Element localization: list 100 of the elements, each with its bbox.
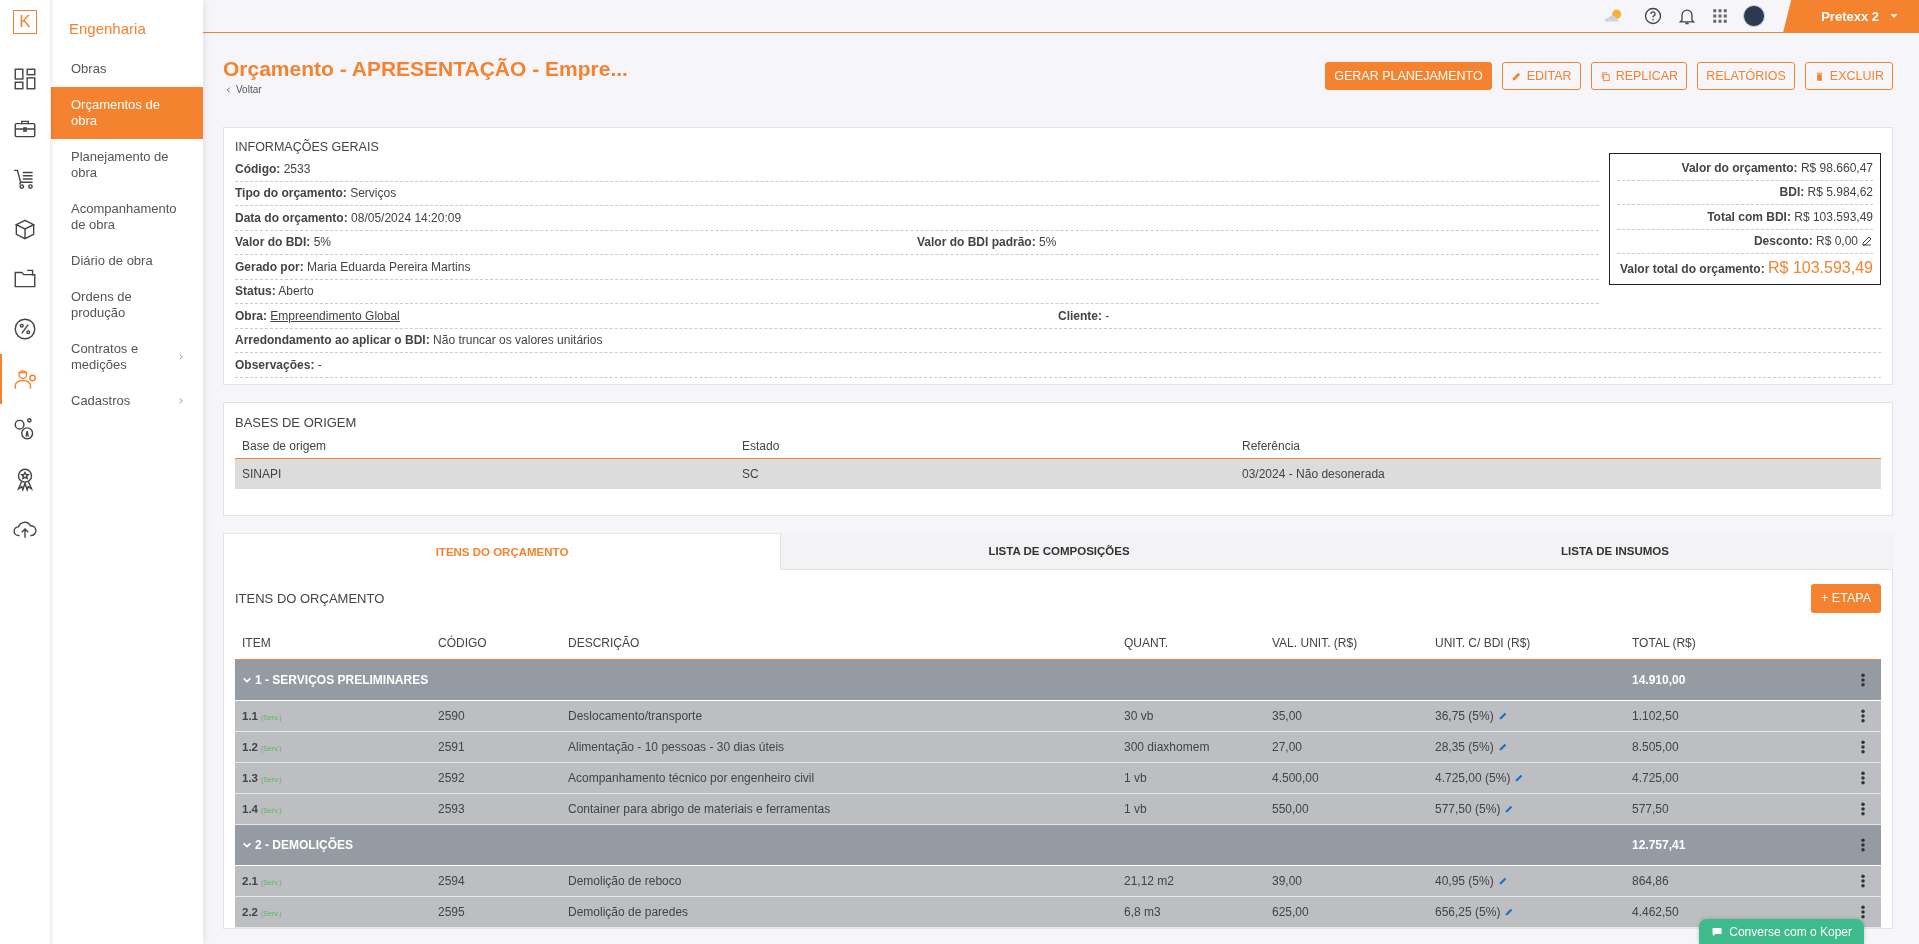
sidebar-item[interactable]: Ordens de produção xyxy=(51,279,203,331)
table-cell-text: 2591 xyxy=(437,739,465,754)
info-field: Valor do BDI padrão: 5% xyxy=(917,235,1057,250)
summary-line: Valor total do orçamento: R$ 103.593,49 xyxy=(1620,259,1873,277)
pencil-icon xyxy=(1510,70,1522,82)
sidebar-item[interactable]: Cadastros xyxy=(51,383,203,419)
chat-button[interactable]: Converse com o Koper xyxy=(1699,919,1864,944)
table-cell-text: 21,12 m2 xyxy=(1123,873,1175,888)
table-cell-text: 30 vb xyxy=(1123,708,1154,723)
table-cell-text: 4.500,00 xyxy=(1271,770,1319,785)
info-field: Gerado por: Maria Eduarda Pereira Martins xyxy=(235,259,471,274)
table-cell-text: 12.757,41 xyxy=(1631,837,1686,852)
column-header: TOTAL (R$) xyxy=(1631,635,1696,650)
table-cell-text: Demolição de paredes xyxy=(567,904,689,919)
table-cell: 28,35 (5%) xyxy=(1435,739,1494,754)
sidebar-item[interactable]: Acompanhamento de obra xyxy=(51,191,203,243)
table-cell: 577,50 (5%) xyxy=(1435,801,1501,816)
table-cell-text: 1.102,50 xyxy=(1631,708,1679,723)
info-field: Obra: Empreendimento Global xyxy=(235,308,400,323)
table-cell-text: Alimentação - 10 pessoas - 30 dias úteis xyxy=(567,739,785,754)
column-header: Referência xyxy=(1241,439,1301,453)
caret-down-icon xyxy=(1889,11,1899,21)
table-cell-text: 1 vb xyxy=(1123,770,1147,785)
section-title: INFORMAÇÕES GERAIS xyxy=(235,140,379,154)
table-cell-text: 577,50 xyxy=(1631,801,1669,816)
help-icon[interactable] xyxy=(1643,6,1664,26)
table-cell-text: 2593 xyxy=(437,801,465,816)
apps-icon[interactable] xyxy=(1711,7,1730,25)
table-cell: 36,75 (5%) xyxy=(1435,708,1494,723)
column-header: DESCRIÇÃO xyxy=(567,635,640,650)
page-title: Orçamento - APRESENTAÇÃO - Empre... xyxy=(223,57,628,81)
summary-line: Total com BDI: R$ 103.593,49 xyxy=(1707,209,1873,224)
summary-line: Desconto: R$ 0,00 xyxy=(1753,234,1858,249)
obra-link[interactable]: Empreendimento Global xyxy=(270,308,400,323)
edit-button[interactable]: EDITAR xyxy=(1501,62,1581,90)
table-cell-text: 4.725,00 xyxy=(1631,770,1679,785)
account-menu[interactable]: Pretexx 2 xyxy=(1783,0,1919,32)
section-title: ITENS DO ORÇAMENTO xyxy=(235,590,385,606)
dashboard-icon[interactable] xyxy=(12,66,38,92)
table-cell: 40,95 (5%) xyxy=(1435,873,1494,888)
table-cell-text: Deslocamento/transporte xyxy=(567,708,703,723)
back-link[interactable]: Voltar xyxy=(225,84,262,95)
chat-icon xyxy=(1711,925,1724,938)
column-header: VAL. UNIT. (R$) xyxy=(1271,635,1358,650)
table-cell-text: 864,86 xyxy=(1631,873,1669,888)
table-cell-text: 550,00 xyxy=(1271,801,1309,816)
info-field: Valor do BDI: 5% xyxy=(235,235,332,250)
sidebar-item[interactable]: Diário de obra xyxy=(51,243,203,279)
table-cell-text: 2590 xyxy=(437,708,465,723)
info-field: Tipo do orçamento: Serviços xyxy=(235,186,397,201)
replicate-button[interactable]: REPLICAR xyxy=(1590,62,1688,90)
table-cell: 656,25 (5%) xyxy=(1435,904,1501,919)
summary-line: Valor do orçamento: R$ 98.660,47 xyxy=(1681,160,1873,175)
table-cell-text: 625,00 xyxy=(1271,904,1309,919)
table-cell-text: SC xyxy=(741,466,759,481)
percent-icon[interactable] xyxy=(12,316,38,342)
pencil-icon[interactable] xyxy=(1861,235,1873,248)
copy-icon xyxy=(1599,70,1611,82)
info-field: Arredondamento ao aplicar o BDI: Não truncar os valores unitários xyxy=(235,333,603,348)
column-header: Estado xyxy=(741,439,780,453)
info-field: Data do orçamento: 08/05/2024 14:20:09 xyxy=(235,210,462,225)
column-header: CÓDIGO xyxy=(437,635,487,650)
table-cell-text: 2592 xyxy=(437,770,465,785)
table-cell-text: Demolição de reboco xyxy=(567,873,682,888)
table-cell-text: 35,00 xyxy=(1271,708,1303,723)
table-cell-text: 1 vb xyxy=(1123,801,1147,816)
sidebar-item[interactable]: Contratos e medições xyxy=(51,331,203,383)
section-title: BASES DE ORIGEM xyxy=(235,414,357,430)
tab[interactable]: LISTA DE INSUMOS xyxy=(1337,532,1893,570)
tab[interactable]: LISTA DE COMPOSIÇÕES xyxy=(781,532,1337,570)
column-header: ITEM xyxy=(241,635,271,650)
reports-button[interactable]: RELATÓRIOS xyxy=(1697,62,1795,90)
table-cell-text: Acompanhamento técnico por engenheiro civil xyxy=(567,770,815,785)
sidebar-item[interactable]: Planejamento de obra xyxy=(51,139,203,191)
generate-plan-button[interactable]: GERAR PLANEJAMENTO xyxy=(1325,62,1492,90)
column-header: UNIT. C/ BDI (R$) xyxy=(1434,635,1531,650)
sidebar-title: Engenharia xyxy=(68,19,147,39)
table-cell: 4.725,00 (5%) xyxy=(1435,770,1511,785)
table-cell-text: 39,00 xyxy=(1271,873,1303,888)
table-cell-text: 2594 xyxy=(437,873,465,888)
tab[interactable]: ITENS DO ORÇAMENTO xyxy=(223,532,781,570)
info-field: Código: 2533 xyxy=(235,161,311,176)
logo[interactable]: K xyxy=(13,10,37,34)
table-cell-text: 300 diaxhomem xyxy=(1123,739,1210,754)
column-header: QUANT. xyxy=(1123,635,1168,650)
chevron-left-icon xyxy=(225,85,232,94)
group-label[interactable]: 2 - DEMOLIÇÕES xyxy=(235,837,353,852)
group-label[interactable]: 1 - SERVIÇOS PRELIMINARES xyxy=(235,672,429,687)
table-cell-text: Container para abrigo de materiais e ferramentas xyxy=(567,801,831,816)
table-cell-text: SINAPI xyxy=(241,466,282,481)
sidebar-item[interactable]: Obras xyxy=(51,51,203,87)
table-cell-text: 14.910,00 xyxy=(1631,672,1686,687)
table-cell-text: 8.505,00 xyxy=(1631,739,1679,754)
summary-line: BDI: R$ 5.984,62 xyxy=(1779,185,1873,200)
avatar[interactable] xyxy=(1743,5,1766,27)
add-stage-button[interactable]: + ETAPA xyxy=(1811,583,1881,613)
delete-button[interactable]: EXCLUIR xyxy=(1804,62,1893,90)
table-cell-text: 6,8 m3 xyxy=(1123,904,1161,919)
column-header: Base de origem xyxy=(241,439,327,453)
sidebar-item[interactable]: Orçamentos de obra xyxy=(51,87,203,139)
